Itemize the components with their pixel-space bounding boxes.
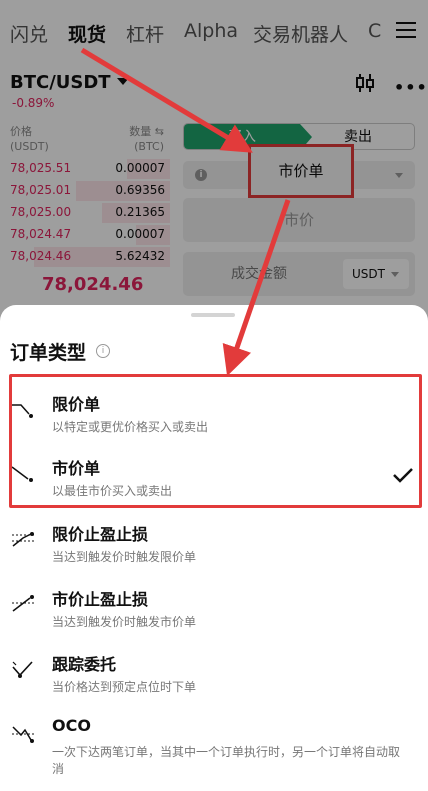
option-desc: 当达到触发价时触发限价单 (52, 550, 197, 564)
option-desc: 当价格达到预定点位时下单 (52, 680, 197, 694)
annotation-highlight-box (9, 374, 422, 508)
trailing-stop-icon (12, 661, 33, 678)
option-limit-tp-sl[interactable]: 限价止盈止损 当达到触发价时触发限价单 (0, 512, 428, 576)
option-title: 跟踪委托 (52, 655, 117, 674)
option-title: 市价止盈止损 (52, 590, 149, 609)
option-title: OCO (52, 716, 91, 735)
option-oco[interactable]: OCO 一次下达两笔订单，当其中一个订单执行时，另一个订单将自动取消 (0, 707, 428, 787)
market-tp-sl-icon (12, 595, 34, 612)
sheet-title: 订单类型 (10, 342, 87, 364)
option-desc: 一次下达两笔订单，当其中一个订单执行时，另一个订单将自动取消 (52, 745, 401, 776)
drag-handle[interactable] (191, 313, 235, 317)
oco-icon (12, 726, 34, 743)
option-market-tp-sl[interactable]: 市价止盈止损 当达到触发价时触发市价单 (0, 577, 428, 641)
option-title: 限价止盈止损 (52, 525, 149, 544)
info-icon[interactable]: i (96, 344, 110, 358)
option-trailing-stop[interactable]: 跟踪委托 当价格达到预定点位时下单 (0, 642, 428, 706)
limit-tp-sl-icon (12, 532, 34, 547)
option-desc: 当达到触发价时触发市价单 (52, 615, 197, 629)
